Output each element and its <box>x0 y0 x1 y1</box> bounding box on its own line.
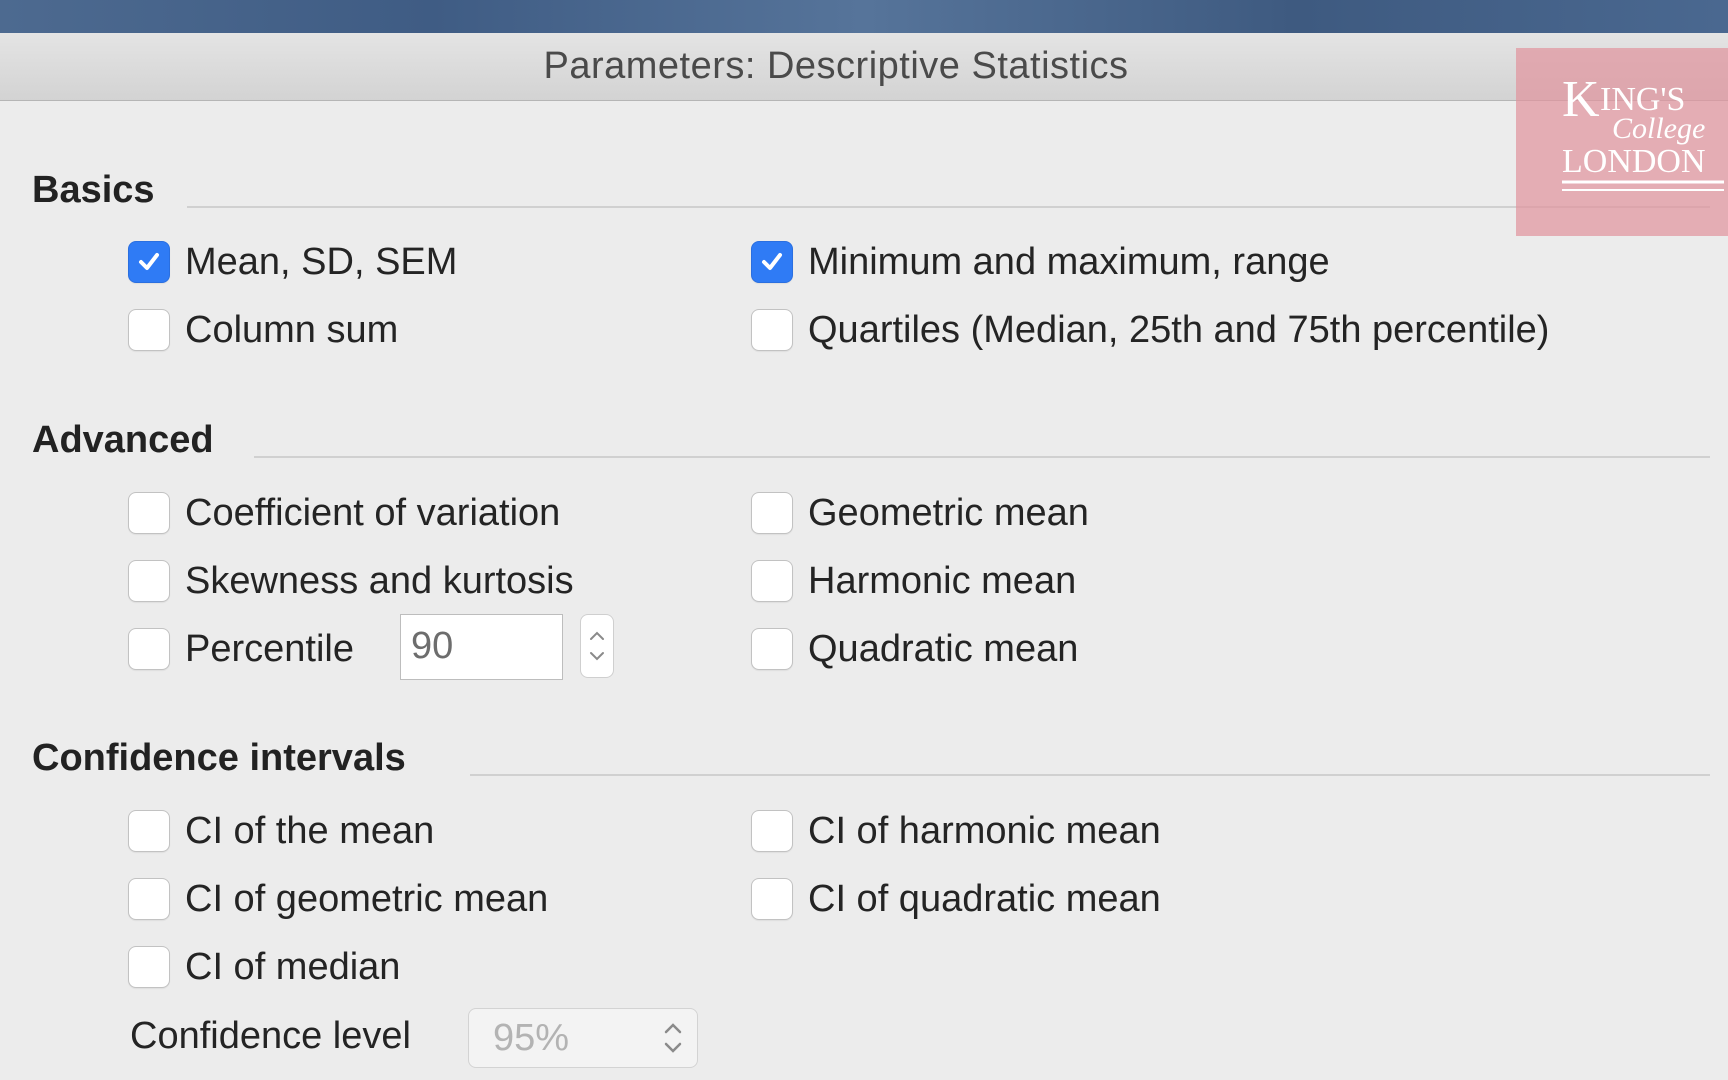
checkbox-ci-mean[interactable] <box>128 810 170 852</box>
option-label: CI of quadratic mean <box>808 877 1161 920</box>
option-quadratic-mean[interactable]: Quadratic mean <box>751 624 1078 674</box>
section-header-confidence-intervals: Confidence intervals <box>32 737 406 779</box>
section-header-basics: Basics <box>32 169 155 211</box>
option-label: Mean, SD, SEM <box>185 240 458 283</box>
option-label: Column sum <box>185 308 399 351</box>
checkbox-skewness-kurtosis[interactable] <box>128 560 170 602</box>
option-label: CI of the mean <box>185 809 435 852</box>
checkbox-quartiles[interactable] <box>751 309 793 351</box>
checkbox-mean-sd-sem[interactable] <box>128 241 170 283</box>
confidence-level-label: Confidence level <box>130 1015 411 1057</box>
option-coefficient-of-variation[interactable]: Coefficient of variation <box>128 488 560 538</box>
option-column-sum[interactable]: Column sum <box>128 305 398 355</box>
checkbox-ci-harmonic-mean[interactable] <box>751 810 793 852</box>
option-ci-geometric-mean[interactable]: CI of geometric mean <box>128 874 548 924</box>
section-divider-confidence <box>470 774 1710 776</box>
option-ci-median[interactable]: CI of median <box>128 942 400 992</box>
checkbox-geometric-mean[interactable] <box>751 492 793 534</box>
option-harmonic-mean[interactable]: Harmonic mean <box>751 556 1076 606</box>
svg-text:College: College <box>1612 112 1705 145</box>
dialog-titlebar: Parameters: Descriptive Statistics <box>0 33 1728 101</box>
section-header-advanced: Advanced <box>32 419 214 461</box>
checkbox-ci-quadratic-mean[interactable] <box>751 878 793 920</box>
option-label: CI of harmonic mean <box>808 809 1161 852</box>
option-skewness-kurtosis[interactable]: Skewness and kurtosis <box>128 556 574 606</box>
checkbox-quadratic-mean[interactable] <box>751 628 793 670</box>
checkbox-ci-geometric-mean[interactable] <box>128 878 170 920</box>
option-percentile[interactable]: Percentile <box>128 624 354 674</box>
svg-text:K: K <box>1562 71 1600 128</box>
updown-chevron-icon <box>664 1023 682 1053</box>
option-label: Quadratic mean <box>808 627 1079 670</box>
confidence-level-select[interactable]: 95% <box>468 1008 698 1068</box>
desktop-background <box>0 0 1728 33</box>
option-ci-quadratic-mean[interactable]: CI of quadratic mean <box>751 874 1161 924</box>
option-label: CI of median <box>185 945 401 988</box>
chevron-down-icon[interactable] <box>588 650 606 662</box>
option-label: Harmonic mean <box>808 559 1077 602</box>
section-divider-advanced <box>254 456 1710 458</box>
percentile-stepper[interactable] <box>580 614 614 678</box>
option-mean-sd-sem[interactable]: Mean, SD, SEM <box>128 237 457 287</box>
checkbox-percentile[interactable] <box>128 628 170 670</box>
option-ci-mean[interactable]: CI of the mean <box>128 806 434 856</box>
option-label: Skewness and kurtosis <box>185 559 574 602</box>
checkbox-harmonic-mean[interactable] <box>751 560 793 602</box>
logo-wordmark-icon: K ING'S College LONDON <box>1562 71 1724 191</box>
option-geometric-mean[interactable]: Geometric mean <box>751 488 1089 538</box>
percentile-input[interactable]: 90 <box>400 614 563 680</box>
checkbox-coefficient-of-variation[interactable] <box>128 492 170 534</box>
checkbox-column-sum[interactable] <box>128 309 170 351</box>
option-label: Minimum and maximum, range <box>808 240 1330 283</box>
checkmark-icon <box>139 253 159 270</box>
option-label: Geometric mean <box>808 491 1089 534</box>
kings-college-london-logo: K ING'S College LONDON <box>1516 48 1728 236</box>
option-label: CI of geometric mean <box>185 877 549 920</box>
checkmark-icon <box>762 253 782 270</box>
option-label: Percentile <box>185 627 354 670</box>
option-ci-harmonic-mean[interactable]: CI of harmonic mean <box>751 806 1161 856</box>
checkbox-min-max-range[interactable] <box>751 241 793 283</box>
option-quartiles[interactable]: Quartiles (Median, 25th and 75th percent… <box>751 305 1549 355</box>
svg-text:LONDON: LONDON <box>1562 143 1706 180</box>
confidence-level-value: 95% <box>493 1017 570 1059</box>
option-label: Quartiles (Median, 25th and 75th percent… <box>808 308 1550 351</box>
checkbox-ci-median[interactable] <box>128 946 170 988</box>
option-min-max-range[interactable]: Minimum and maximum, range <box>751 237 1330 287</box>
chevron-up-icon[interactable] <box>588 630 606 642</box>
dialog-title: Parameters: Descriptive Statistics <box>543 45 1129 87</box>
section-divider-basics <box>187 206 1710 208</box>
option-label: Coefficient of variation <box>185 491 561 534</box>
